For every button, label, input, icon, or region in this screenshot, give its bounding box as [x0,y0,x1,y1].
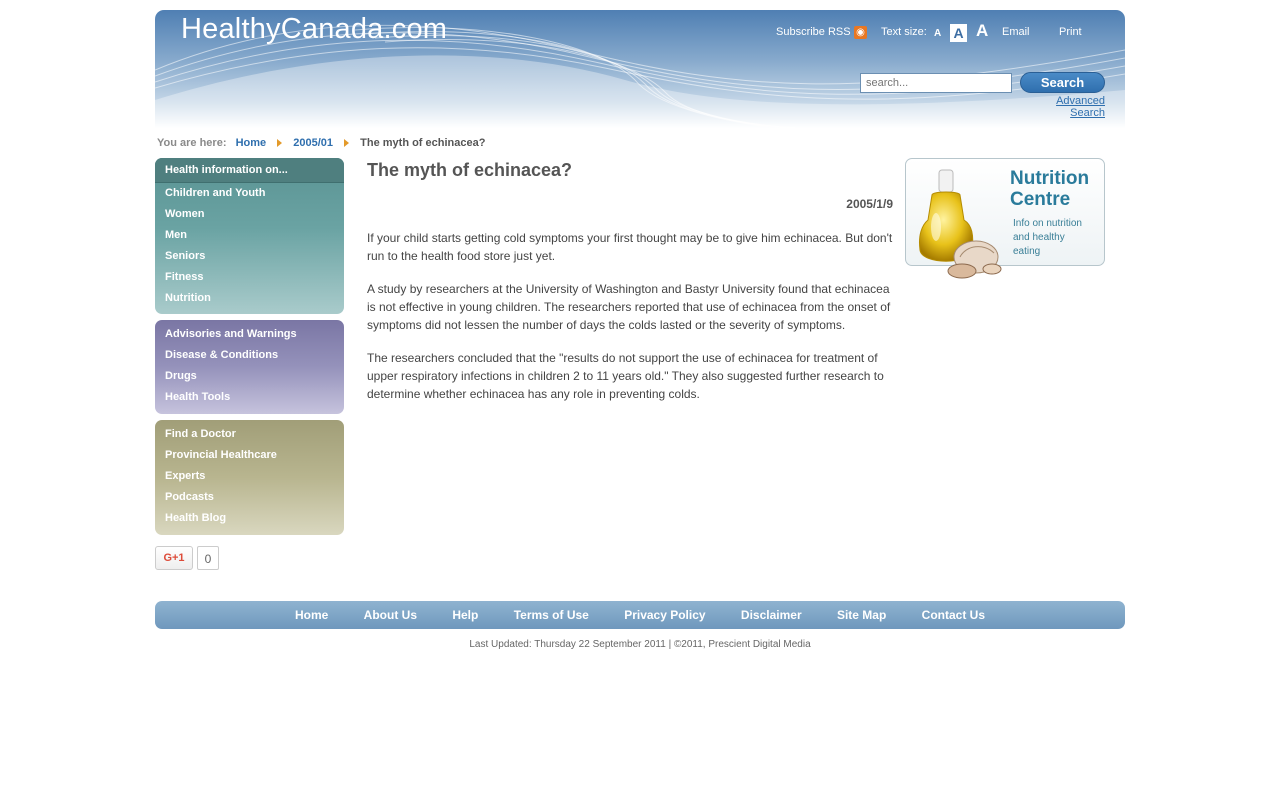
nav-item-nutrition[interactable]: Nutrition [155,288,344,309]
footer-nav: Home About Us Help Terms of Use Privacy … [155,601,1125,629]
google-plus-count: 0 [197,546,219,570]
nav-item-disease-conditions[interactable]: Disease & Conditions [155,345,344,366]
nav-resources: Find a Doctor Provincial Healthcare Expe… [155,420,344,535]
nav-item-experts[interactable]: Experts [155,466,344,487]
text-size-medium-button[interactable]: A [950,24,967,42]
footer-link-about-us[interactable]: About Us [364,601,417,629]
nav-item-provincial-healthcare[interactable]: Provincial Healthcare [155,445,344,466]
article: The myth of echinacea? 2005/1/9 If your … [367,160,893,418]
footer-link-terms-of-use[interactable]: Terms of Use [514,601,589,629]
article-paragraph: The researchers concluded that the "resu… [367,351,884,401]
nutrition-centre-subtitle: Info on nutrition and healthy eating [1013,217,1082,259]
article-title: The myth of echinacea? [367,160,573,180]
breadcrumb-month-link[interactable]: 2005/01 [293,137,333,149]
breadcrumb-home-link[interactable]: Home [236,137,267,149]
footer-link-disclaimer[interactable]: Disclaimer [741,601,802,629]
article-paragraph: If your child starts getting cold sympto… [367,231,893,263]
nav-item-podcasts[interactable]: Podcasts [155,487,344,508]
nutrition-sub-line: and healthy [1013,232,1065,243]
top-utility-links: Subscribe RSS ◉ Text size: A A A Email P… [155,21,1125,44]
site-header: HealthyCanada.com Subscribe RSS ◉ Text s… [155,10,1125,128]
breadcrumb: You are here: Home 2005/01 The myth of e… [157,137,485,149]
nav-group-header: Health information on... [155,158,344,183]
nav-item-find-a-doctor[interactable]: Find a Doctor [155,424,344,445]
nav-item-health-tools[interactable]: Health Tools [155,387,344,408]
footer-link-site-map[interactable]: Site Map [837,601,886,629]
nav-item-women[interactable]: Women [155,204,344,225]
nav-item-advisories-and-warnings[interactable]: Advisories and Warnings [155,324,344,345]
email-link[interactable]: Email [1002,25,1030,39]
nav-health-information: Health information on... Children and Yo… [155,158,344,314]
article-date: 2005/1/9 [846,197,893,211]
breadcrumb-label: You are here: [157,137,227,150]
footer-link-help[interactable]: Help [452,601,478,629]
breadcrumb-arrow-icon [344,139,350,148]
search-input[interactable] [860,73,1012,93]
article-paragraph: A study by researchers at the University… [367,282,891,332]
nutrition-centre-title: Nutrition Centre [1010,168,1089,210]
advanced-search-link[interactable]: Advanced Search [1022,95,1105,119]
nav-item-drugs[interactable]: Drugs [155,366,344,387]
text-size-label: Text size: [881,26,927,38]
breadcrumb-arrow-icon [277,139,283,148]
subscribe-rss-link[interactable]: Subscribe RSS [776,25,851,39]
nutrition-title-line: Nutrition [1010,168,1090,189]
nav-item-fitness[interactable]: Fitness [155,267,344,288]
footer-link-contact-us[interactable]: Contact Us [922,601,985,629]
google-plus-one-button[interactable]: G+1 [155,546,193,570]
oil-bottle-garlic-image [919,169,1002,279]
nav-item-men[interactable]: Men [155,225,344,246]
nav-item-health-blog[interactable]: Health Blog [155,508,344,529]
footer-last-updated: Last Updated: Thursday 22 September 2011… [469,639,811,650]
nutrition-sub-line: eating [1013,246,1041,257]
nav-advisories: Advisories and Warnings Disease & Condit… [155,320,344,414]
breadcrumb-current: The myth of echinacea? [360,137,486,150]
nav-item-seniors[interactable]: Seniors [155,246,344,267]
nav-item-children-and-youth[interactable]: Children and Youth [155,183,344,204]
nutrition-sub-line: Info on nutrition [1013,218,1082,229]
rss-icon[interactable]: ◉ [854,26,867,39]
print-link[interactable]: Print [1059,25,1082,39]
text-size-small-button[interactable]: A [934,28,941,39]
nutrition-title-line: Centre [1010,189,1071,210]
text-size-large-button[interactable]: A [976,21,988,41]
nutrition-centre-banner[interactable]: Nutrition Centre Info on nutrition and h… [905,158,1105,279]
footer-link-privacy-policy[interactable]: Privacy Policy [624,601,705,629]
footer-link-home[interactable]: Home [295,601,328,629]
search-button[interactable]: Search [1020,72,1105,93]
